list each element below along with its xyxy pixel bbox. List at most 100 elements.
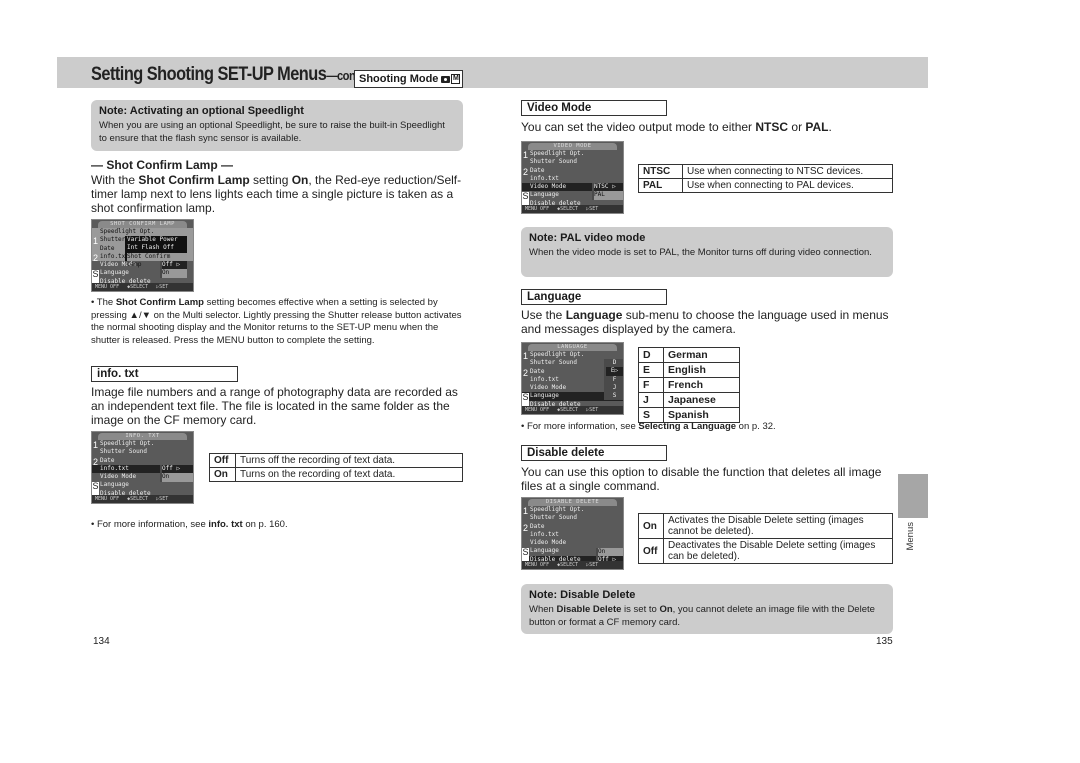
camera-icon — [441, 75, 451, 83]
lcd-title: DISABLE DELETE — [528, 499, 617, 506]
lcd-sub-item: Variable Power — [127, 236, 178, 243]
section-heading-info-txt: info. txt — [91, 366, 238, 382]
table-row: Off Turns off the recording of text data. — [209, 453, 463, 468]
lcd-sub-item: Int Flash Off — [127, 244, 174, 252]
language-options-table: D German E English F French J Japanese S Span… — [638, 347, 740, 423]
shot-confirm-heading: — Shot Confirm Lamp — — [91, 158, 233, 172]
note-title: Note: PAL video mode — [529, 232, 646, 244]
lcd-row: Shutter Sound — [100, 448, 147, 456]
video-mode-body: You can set the video output mode to eit… — [521, 120, 832, 134]
page-title: Setting Shooting SET-UP Menus—continued — [91, 64, 386, 86]
lcd-option: E▷ — [606, 367, 623, 376]
shot-confirm-bullet: The Shot Confirm Lamp setting becomes ef… — [91, 297, 466, 347]
menus-thumb-tab — [898, 474, 928, 518]
lcd-tab-s: S — [522, 192, 529, 206]
lcd-option: S — [612, 392, 617, 400]
table-row: J Japanese — [638, 392, 740, 408]
lcd-row: Speedlight Opt. — [530, 506, 585, 513]
lcd-row: info.txt — [530, 530, 559, 538]
lcd-tab-1: 1 — [522, 150, 528, 160]
lcd-footer: MENU OFF ◆SELECT ▷SET — [522, 205, 623, 213]
language-body: Use the Language sub-menu to choose the … — [521, 308, 889, 336]
info-txt-more: For more information, see info. txt on p… — [91, 519, 288, 532]
section-heading-disable-delete: Disable delete — [521, 445, 667, 461]
lcd-title: SHOT CONFIRM LAMP — [98, 221, 187, 228]
lcd-option: PAL — [594, 191, 623, 200]
video-mode-options-table: NTSC Use when connecting to NTSC devices.… — [638, 164, 893, 193]
lcd-option: D — [612, 359, 617, 366]
shooting-mode-badge: Shooting Mode M — [354, 70, 463, 88]
lcd-option: J — [612, 383, 617, 391]
lcd-title: INFO. TXT — [98, 433, 187, 440]
lcd-title: VIDEO MODE — [528, 143, 617, 150]
lcd-option: F — [612, 375, 617, 383]
lcd-option: On — [162, 269, 187, 278]
lcd-footer: MENU OFF ◆SELECT ▷SET — [522, 561, 623, 569]
title-text: Setting Shooting SET-UP Menus — [91, 64, 327, 85]
note-pal-video-mode: Note: PAL video mode When the video mode… — [521, 227, 893, 277]
lcd-tab-1: 1 — [522, 506, 528, 516]
menus-tab-label: Menus — [905, 522, 916, 551]
info-txt-options-table: Off Turns off the recording of text data.… — [209, 453, 463, 482]
lcd-row: Date — [530, 522, 545, 530]
note-title: Note: Disable Delete — [529, 589, 636, 601]
lcd-tab-s: S — [522, 393, 529, 407]
lcd-row: info.txt — [530, 174, 559, 182]
lcd-row: Shutter Sound — [530, 158, 577, 166]
lcd-option: On — [598, 548, 623, 557]
info-txt-body: Image file numbers and a range of photog… — [91, 385, 458, 427]
manual-m-icon: M — [451, 74, 461, 84]
section-heading-video-mode: Video Mode — [521, 100, 667, 116]
table-row: On Turns on the recording of text data. — [209, 467, 463, 482]
lcd-option: Off ▷ — [162, 465, 193, 474]
lcd-tab-s: S — [92, 482, 99, 496]
table-row: D German — [638, 347, 740, 363]
lcd-footer: MENU OFF ◆SELECT ▷SET — [92, 495, 193, 503]
lcd-tab-2: 2 — [522, 368, 528, 378]
lcd-option: Off ▷ — [162, 261, 187, 270]
page-number-left: 134 — [93, 636, 110, 647]
table-row: E English — [638, 362, 740, 378]
lcd-row: Speedlight Opt. — [530, 150, 585, 157]
lcd-footer: MENU OFF ◆SELECT ▷SET — [522, 406, 623, 414]
lcd-row: Date — [100, 456, 115, 464]
table-row: Off Deactivates the Disable Delete settin… — [638, 538, 893, 564]
note-title: Note: Activating an optional Speedlight — [99, 105, 304, 117]
lcd-row: Language — [100, 481, 129, 489]
shooting-mode-label: Shooting Mode — [359, 73, 439, 85]
note-disable-delete: Note: Disable Delete When Disable Delete… — [521, 584, 893, 634]
lcd-info-txt: INFO. TXT Speedlight Opt. Shutter Sound … — [91, 431, 194, 504]
page-number-right: 135 — [876, 636, 893, 647]
lcd-video-mode: VIDEO MODE Speedlight Opt. Shutter Sound… — [521, 141, 624, 214]
shot-confirm-body: With the Shot Confirm Lamp setting On, t… — [91, 173, 462, 215]
lcd-footer: MENU OFF ◆SELECT ▷SET — [92, 283, 193, 291]
lcd-tab-2: 2 — [522, 523, 528, 533]
table-row: PAL Use when connecting to PAL devices. — [638, 178, 893, 193]
note-body: When you are using an optional Speedligh… — [99, 120, 445, 144]
lcd-tab-2: 2 — [92, 457, 98, 467]
lcd-tab-1: 1 — [522, 351, 528, 361]
lcd-row: Speedlight Opt. — [100, 440, 155, 447]
note-speedlight: Note: Activating an optional Speedlight … — [91, 100, 463, 151]
disable-delete-body: You can use this option to disable the f… — [521, 465, 882, 493]
lcd-tab-2: 2 — [522, 167, 528, 177]
disable-delete-options-table: On Activates the Disable Delete setting (… — [638, 513, 893, 564]
lcd-option: On — [162, 473, 193, 482]
lcd-title: LANGUAGE — [528, 344, 617, 351]
lcd-tab-s: S — [522, 548, 529, 562]
lcd-row: Video Mode — [530, 539, 567, 547]
lcd-row: Date — [530, 166, 545, 174]
lcd-tab-1: 1 — [92, 440, 98, 450]
table-row: F French — [638, 377, 740, 393]
language-more: For more information, see Selecting a La… — [521, 421, 776, 434]
lcd-tab-s: S — [92, 270, 99, 284]
lcd-sub-item: Shot Confirm Lamp — [127, 252, 187, 268]
note-body: When the video mode is set to PAL, the M… — [529, 247, 872, 258]
lcd-language: LANGUAGE Speedlight Opt. Shutter Sound D… — [521, 342, 624, 415]
lcd-shot-confirm-lamp: SHOT CONFIRM LAMP Speedlight Opt. Shutte… — [91, 219, 194, 292]
lcd-disable-delete: DISABLE DELETE Speedlight Opt. Shutter S… — [521, 497, 624, 570]
table-row: NTSC Use when connecting to NTSC devices. — [638, 164, 893, 179]
lcd-option: NTSC ▷ — [594, 183, 623, 192]
lcd-tab-1: 1 — [92, 236, 98, 246]
lcd-tab-2: 2 — [92, 253, 98, 263]
